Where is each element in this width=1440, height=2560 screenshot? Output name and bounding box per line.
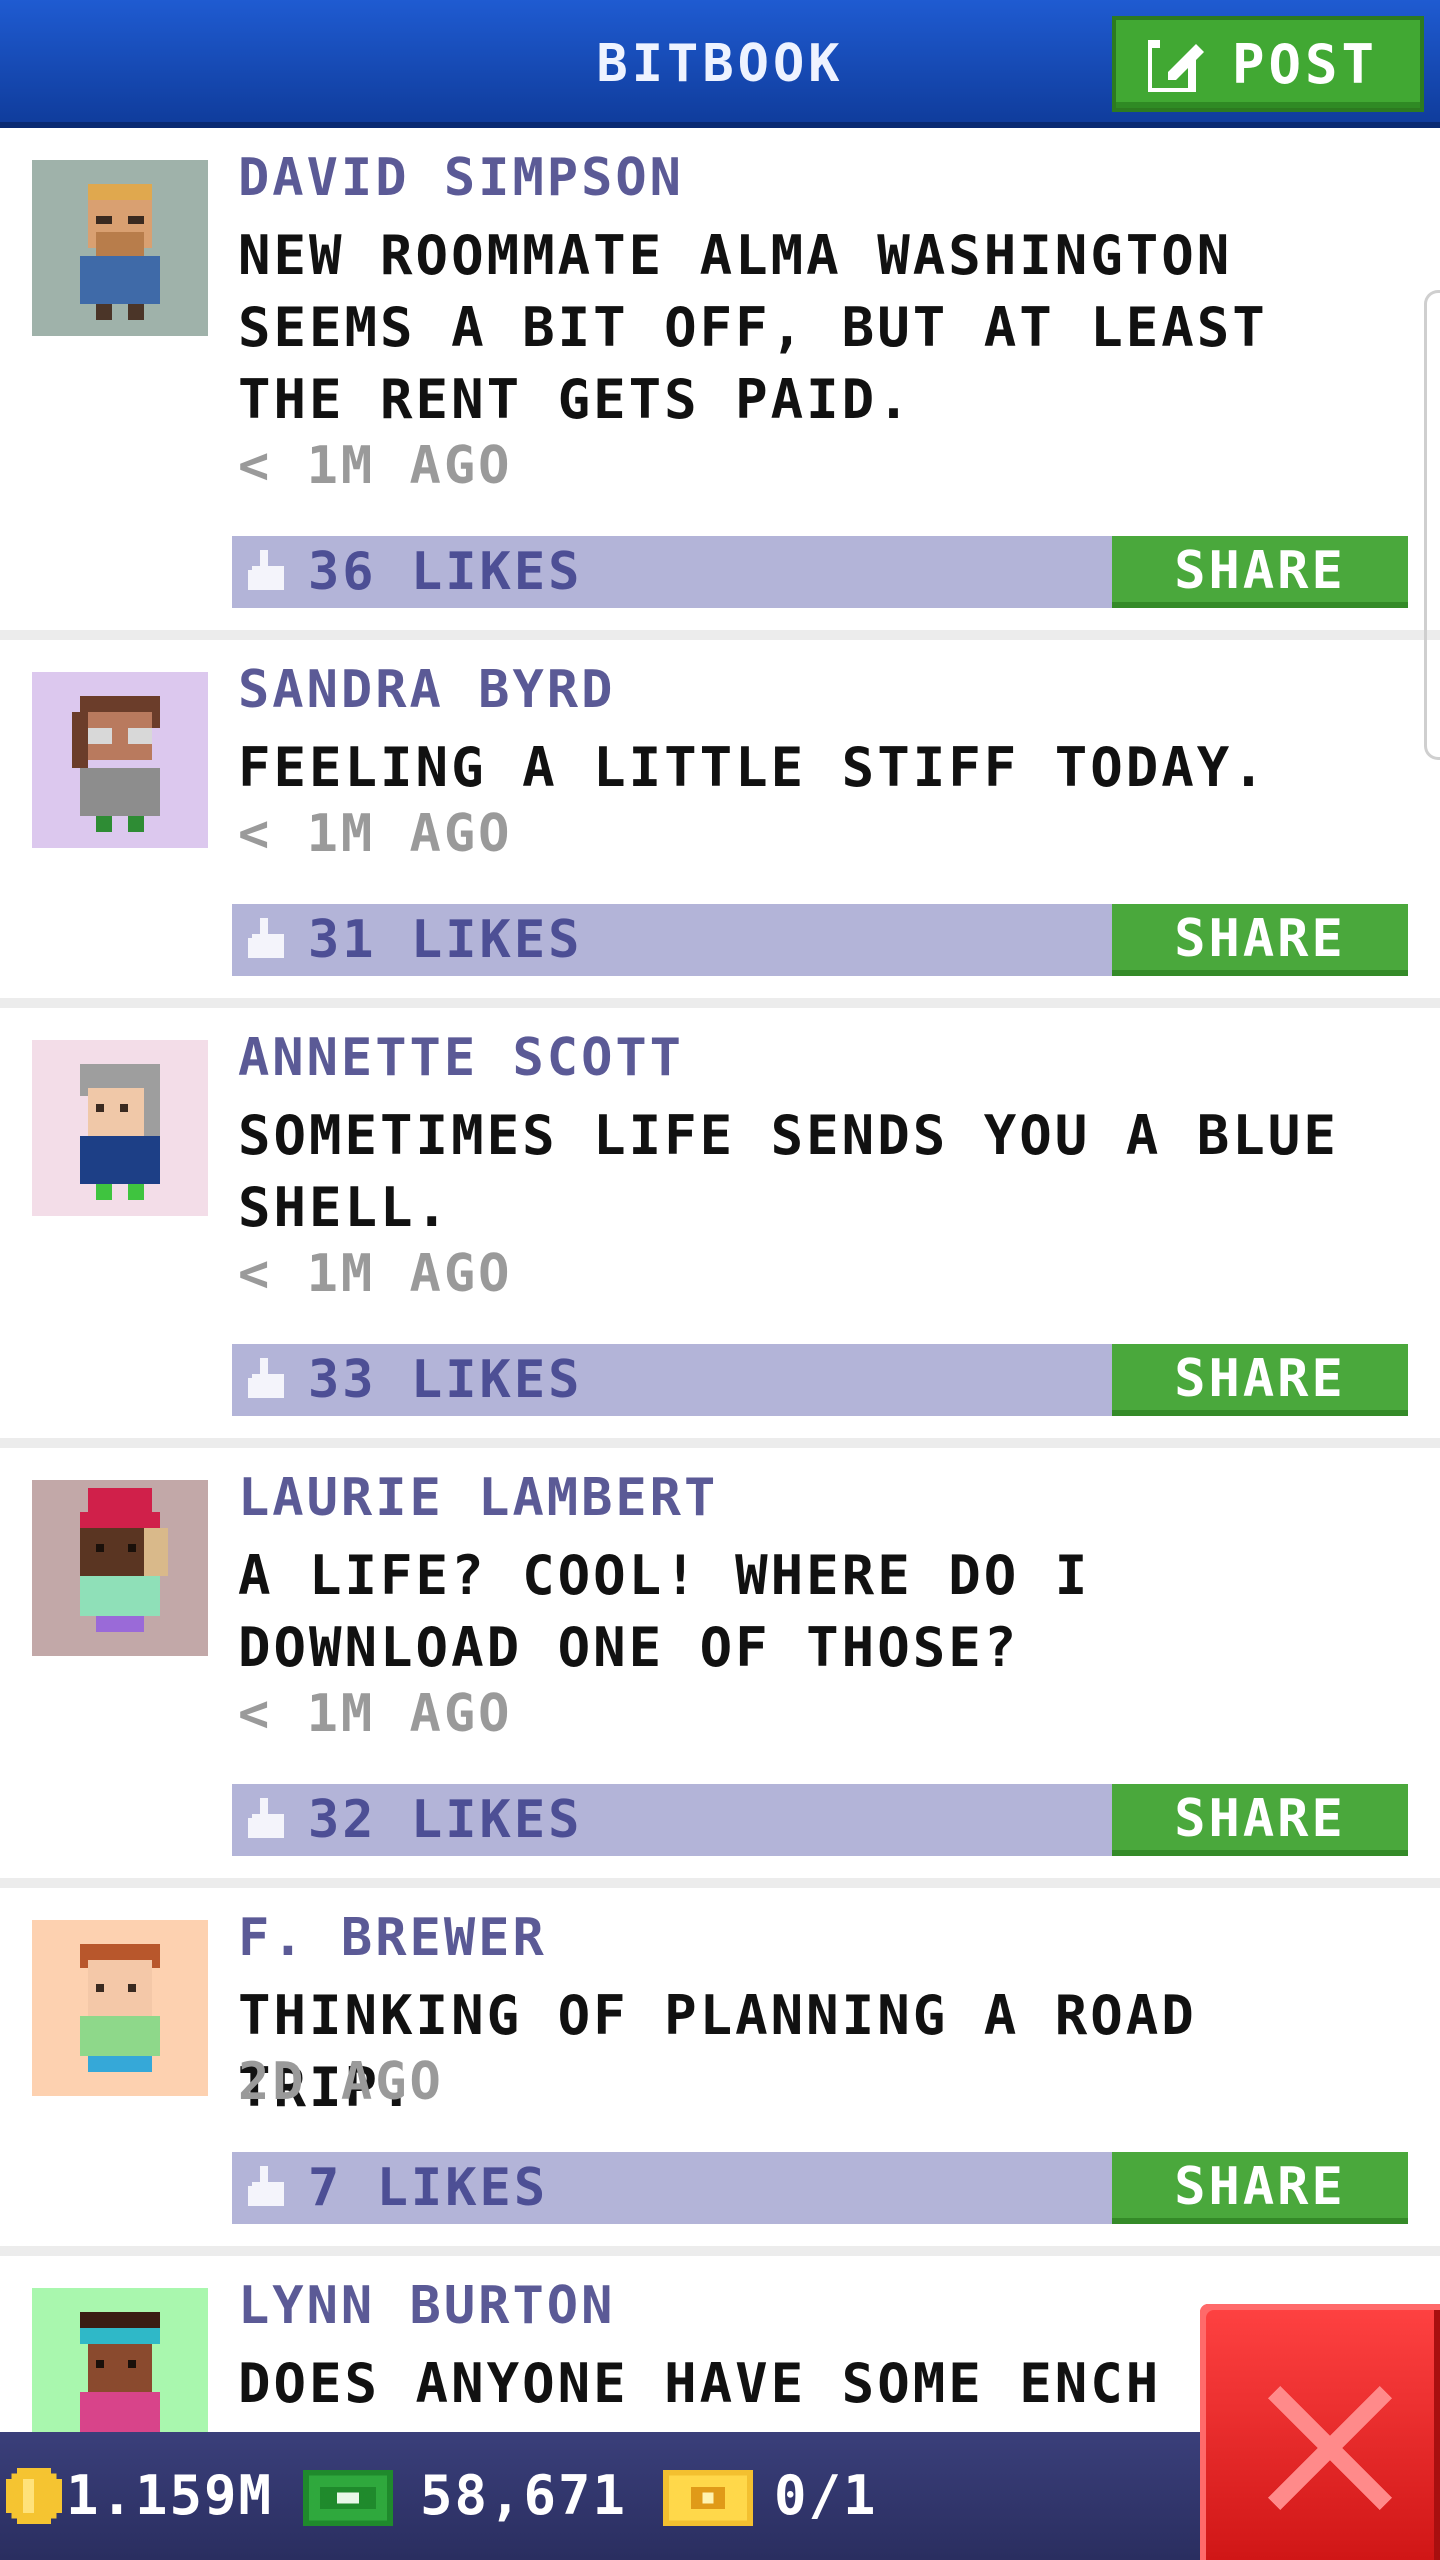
post-text: A LIFE? COOL! WHERE DO I DOWNLOAD ONE OF…: [238, 1544, 1091, 1679]
close-icon: [1268, 2386, 1392, 2510]
thumbs-up-icon[interactable]: [248, 1358, 288, 1402]
scroll-indicator[interactable]: [1424, 290, 1440, 760]
app-header: BITBOOK POST: [0, 0, 1440, 128]
post-author[interactable]: LYNN BURTON: [238, 2276, 615, 2336]
share-button[interactable]: SHARE: [1112, 904, 1408, 976]
share-button[interactable]: SHARE: [1112, 536, 1408, 608]
like-count: 33 LIKES: [308, 1350, 583, 1410]
like-count: 7 LIKES: [308, 2158, 549, 2218]
ticket-icon: [663, 2470, 753, 2526]
edit-icon: [1148, 36, 1204, 92]
post-button[interactable]: POST: [1112, 16, 1424, 112]
character-portrait: [32, 1920, 208, 2096]
post-author[interactable]: ANNETTE SCOTT: [238, 1028, 684, 1088]
coin-balance: 1.159M: [66, 2464, 274, 2527]
post-timestamp: < 1M AGO: [238, 436, 513, 496]
feed-post: LAURIE LAMBERT A LIFE? COOL! WHERE DO I …: [0, 1448, 1440, 1888]
thumbs-up-icon[interactable]: [248, 2166, 288, 2210]
avatar[interactable]: [32, 160, 208, 336]
post-button-label: POST: [1232, 32, 1379, 96]
post-text: NEW ROOMMATE ALMA WASHINGTON SEEMS A BIT…: [238, 224, 1268, 431]
cash-balance: 58,671: [420, 2464, 628, 2527]
character-portrait: [32, 672, 208, 848]
post-author[interactable]: F. BREWER: [238, 1908, 547, 1968]
character-portrait: [32, 160, 208, 336]
feed-post: ANNETTE SCOTT SOMETIMES LIFE SENDS YOU A…: [0, 1008, 1440, 1448]
share-button[interactable]: SHARE: [1112, 1784, 1408, 1856]
post-timestamp: < 1M AGO: [238, 1684, 513, 1744]
post-author[interactable]: SANDRA BYRD: [238, 660, 615, 720]
ticket-count: 0/1: [774, 2464, 878, 2527]
news-feed[interactable]: DAVID SIMPSON NEW ROOMMATE ALMA WASHINGT…: [0, 128, 1440, 2464]
like-count: 31 LIKES: [308, 910, 583, 970]
like-bar: 31 LIKES SHARE: [232, 904, 1408, 976]
post-author[interactable]: DAVID SIMPSON: [238, 148, 684, 208]
post-author[interactable]: LAURIE LAMBERT: [238, 1468, 718, 1528]
feed-post: DAVID SIMPSON NEW ROOMMATE ALMA WASHINGT…: [0, 128, 1440, 640]
post-text: SOMETIMES LIFE SENDS YOU A BLUE SHELL.: [238, 1104, 1339, 1239]
post-timestamp: 2D AGO: [238, 2052, 444, 2112]
avatar[interactable]: [32, 1480, 208, 1656]
like-count: 32 LIKES: [308, 1790, 583, 1850]
like-bar: 7 LIKES SHARE: [232, 2152, 1408, 2224]
close-button[interactable]: [1200, 2304, 1440, 2560]
post-timestamp: < 1M AGO: [238, 1244, 513, 1304]
feed-post: SANDRA BYRD FEELING A LITTLE STIFF TODAY…: [0, 640, 1440, 1008]
post-text: FEELING A LITTLE STIFF TODAY.: [238, 736, 1268, 799]
thumbs-up-icon[interactable]: [248, 918, 288, 962]
thumbs-up-icon[interactable]: [248, 1798, 288, 1842]
cash-icon: [303, 2470, 393, 2526]
post-text: DOES ANYONE HAVE SOME ENCH: [238, 2352, 1162, 2415]
character-portrait: [32, 1480, 208, 1656]
share-button[interactable]: SHARE: [1112, 2152, 1408, 2224]
avatar[interactable]: [32, 1040, 208, 1216]
share-button[interactable]: SHARE: [1112, 1344, 1408, 1416]
character-portrait: [32, 1040, 208, 1216]
coin-icon: [6, 2468, 62, 2524]
avatar[interactable]: [32, 1920, 208, 2096]
post-timestamp: < 1M AGO: [238, 804, 513, 864]
like-bar: 36 LIKES SHARE: [232, 536, 1408, 608]
like-count: 36 LIKES: [308, 542, 583, 602]
thumbs-up-icon[interactable]: [248, 550, 288, 594]
like-bar: 32 LIKES SHARE: [232, 1784, 1408, 1856]
avatar[interactable]: [32, 672, 208, 848]
like-bar: 33 LIKES SHARE: [232, 1344, 1408, 1416]
feed-post: F. BREWER THINKING OF PLANNING A ROAD TR…: [0, 1888, 1440, 2256]
